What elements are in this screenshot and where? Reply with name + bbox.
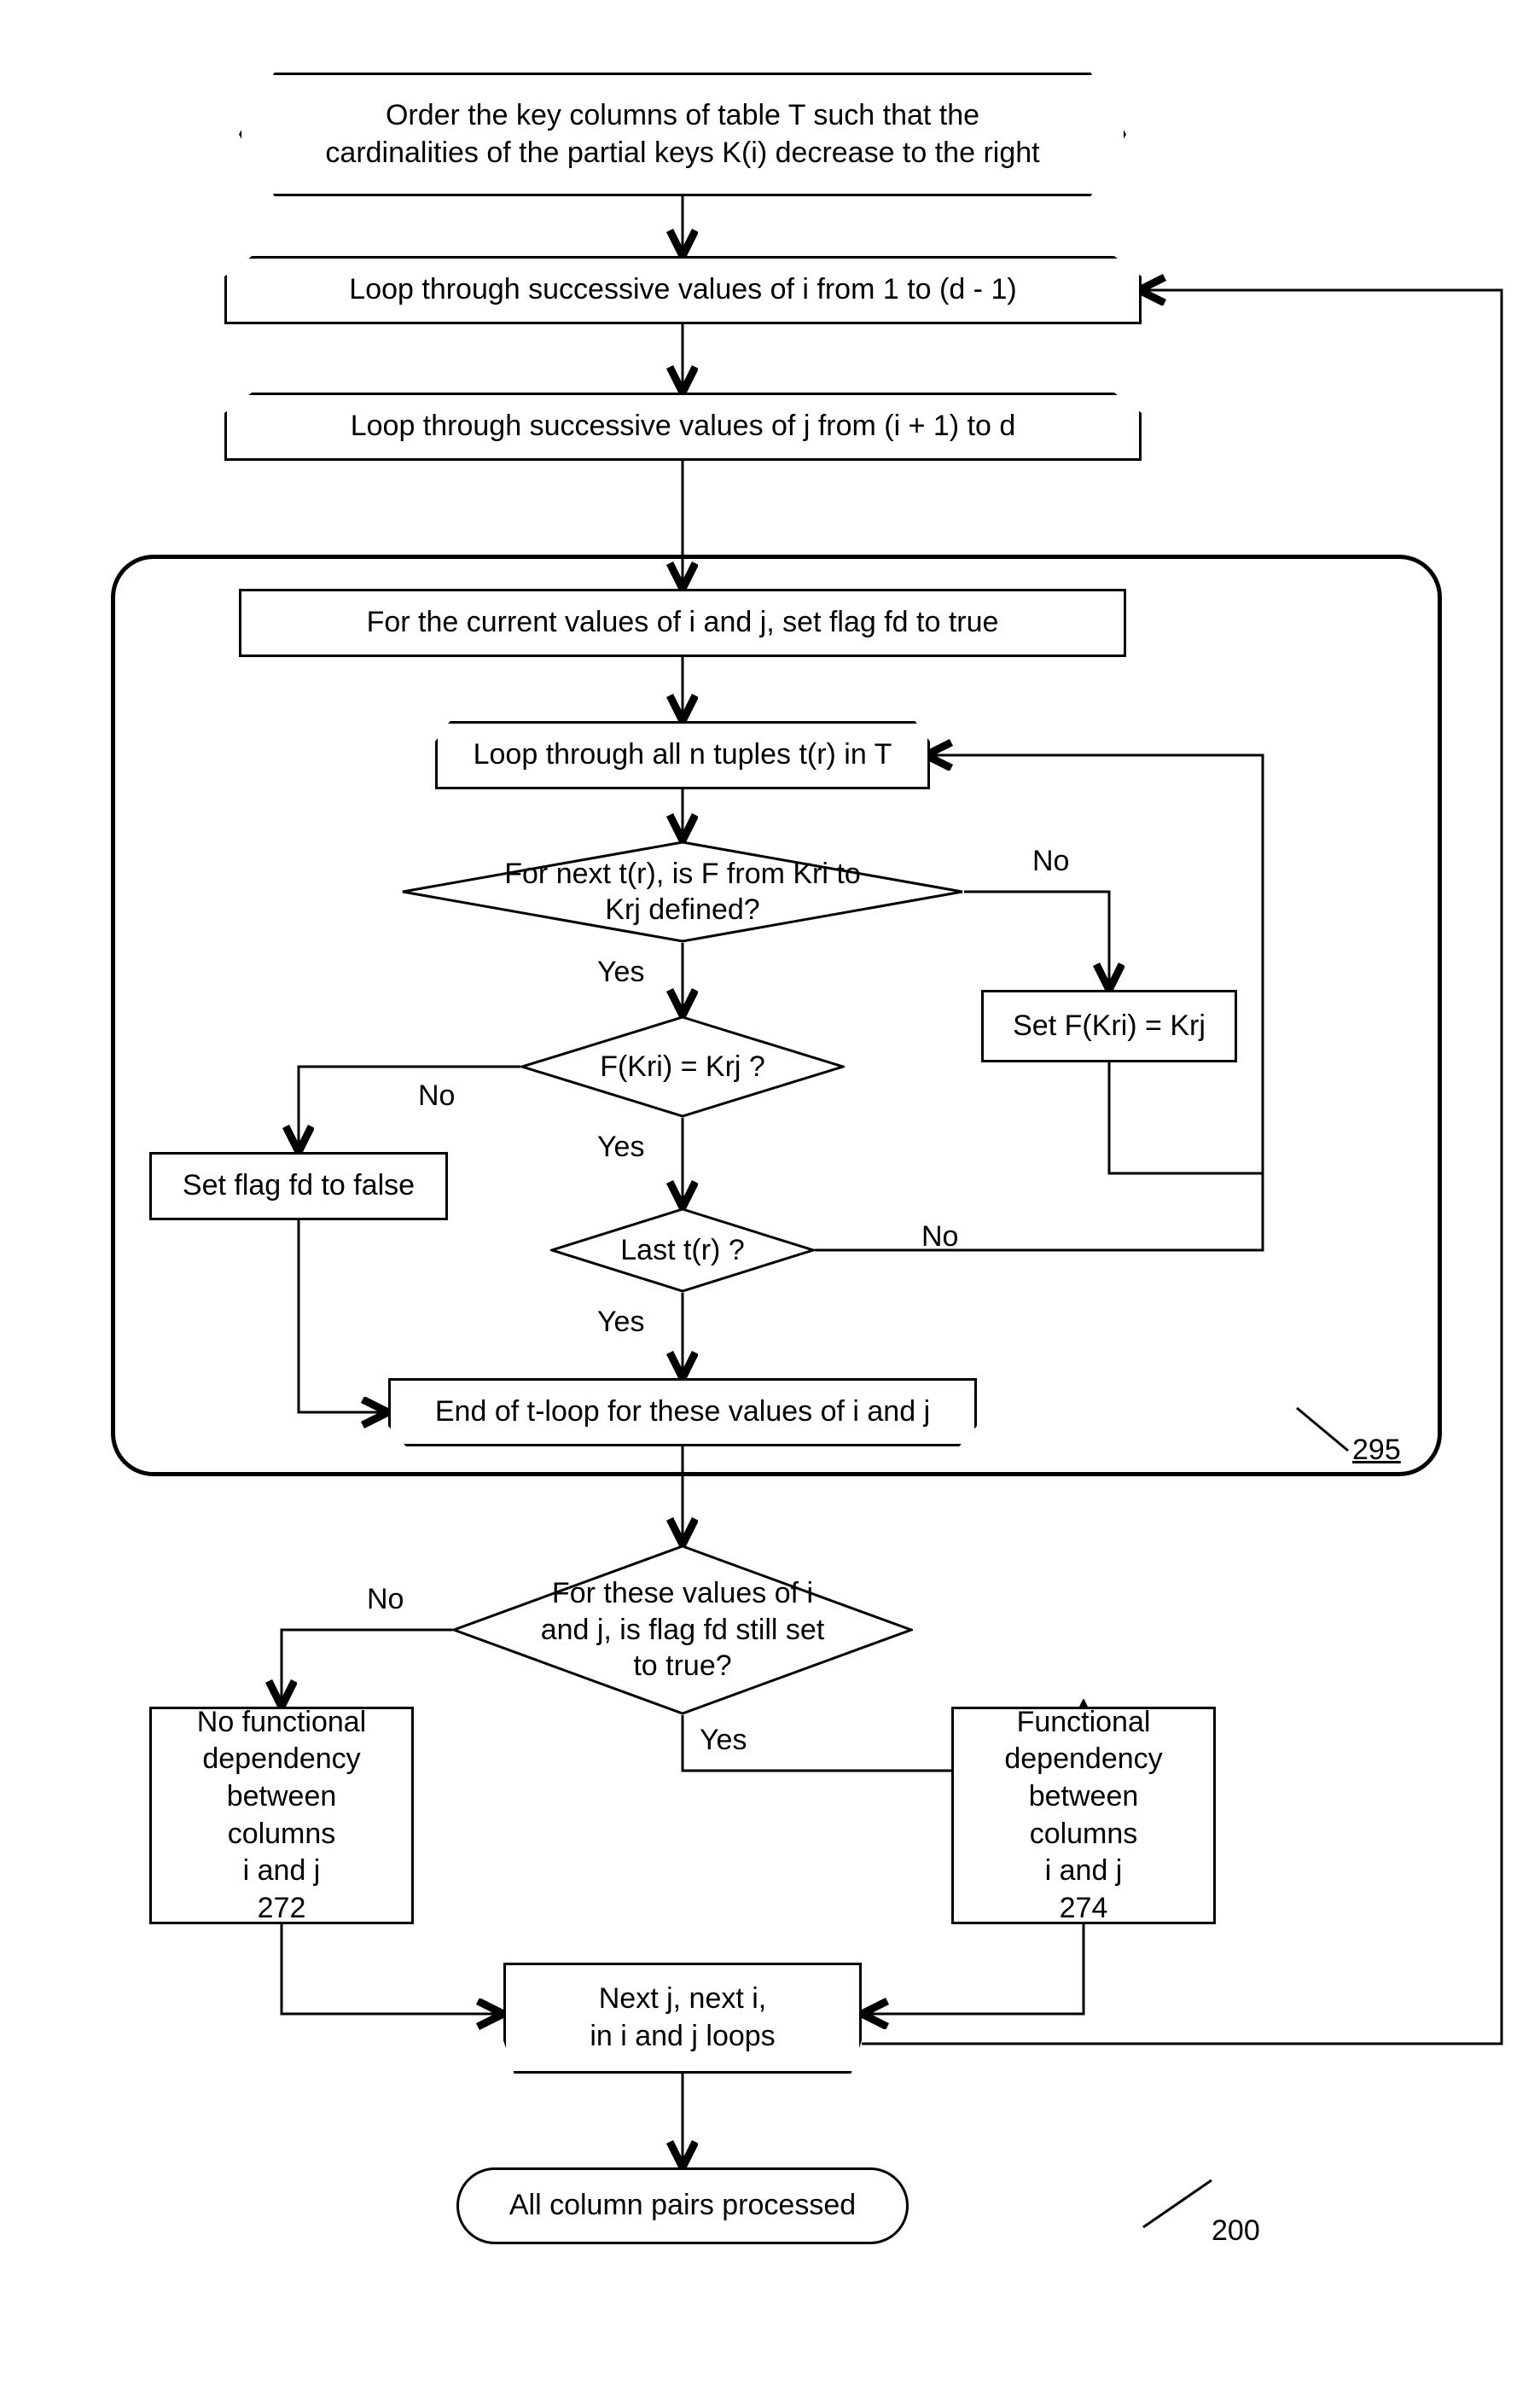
node-text: F(Kri) = Krj ? (549, 1049, 816, 1085)
node-loop-tuples: Loop through all n tuples t(r) in T (435, 721, 930, 789)
line: 272 (258, 1890, 306, 1928)
line: Next j, next i, (599, 1981, 767, 2018)
flowchart-canvas: Order the key columns of table T such th… (0, 0, 1540, 2397)
node-next-ij: Next j, next i, in i and j loops (503, 1963, 862, 2074)
node-text: For the current values of i and j, set f… (367, 604, 999, 642)
label-no: No (418, 1079, 455, 1113)
node-loop-j: Loop through successive values of j from… (224, 393, 1142, 461)
node-decision-F-equals: F(Kri) = Krj ? (520, 1015, 845, 1118)
node-set-fd-true: For the current values of i and j, set f… (239, 589, 1126, 657)
line: Functional (1017, 1704, 1151, 1742)
node-text: Order the key columns of table T such th… (310, 97, 1055, 172)
node-text: Loop through successive values of i from… (349, 271, 1016, 309)
label-yes: Yes (597, 1306, 644, 1339)
line: 274 (1060, 1890, 1108, 1928)
line: i and j (1045, 1853, 1123, 1890)
node-text: Set flag fd to false (183, 1167, 415, 1205)
label-yes: Yes (700, 1724, 747, 1757)
node-set-F: Set F(Kri) = Krj (981, 990, 1237, 1062)
node-loop-i: Loop through successive values of i from… (224, 256, 1142, 324)
node-text: Loop through all n tuples t(r) in T (474, 736, 892, 774)
node-decision-last-t: Last t(r) ? (550, 1207, 815, 1293)
node-decision-F-defined: For next t(r), is F from Kri to Krj defi… (401, 841, 964, 943)
node-text: All column pairs processed (509, 2187, 856, 2225)
label-yes: Yes (597, 956, 644, 989)
node-no-func-dep: No functional dependency between columns… (149, 1707, 414, 1924)
node-order-columns: Order the key columns of table T such th… (239, 73, 1126, 196)
node-text: Last t(r) ? (578, 1232, 787, 1269)
line: No functional (197, 1704, 366, 1742)
line: between columns (169, 1778, 394, 1853)
label-no: No (367, 1583, 404, 1616)
ref-295: 295 (1352, 1434, 1401, 1467)
node-text: End of t-loop for these values of i and … (435, 1393, 930, 1431)
node-text: For these values of i and j, is flag fd … (452, 1575, 913, 1684)
label-yes: Yes (597, 1131, 644, 1164)
ref-200: 200 (1212, 2214, 1260, 2248)
label-no: No (921, 1220, 958, 1254)
node-decision-fd-still-true: For these values of i and j, is flag fd … (452, 1545, 913, 1715)
node-end-t-loop: End of t-loop for these values of i and … (388, 1378, 977, 1446)
node-text: For next t(r), is F from Kri to Krj defi… (401, 856, 964, 928)
line: dependency (202, 1741, 360, 1778)
line: in i and j loops (590, 2018, 775, 2056)
node-text: Loop through successive values of j from… (351, 408, 1016, 445)
node-func-dep: Functional dependency between columns i … (951, 1707, 1216, 1924)
node-set-fd-false: Set flag fd to false (149, 1152, 448, 1220)
line: between columns (971, 1778, 1196, 1853)
node-text: Set F(Kri) = Krj (1013, 1008, 1206, 1045)
line: i and j (243, 1853, 321, 1890)
label-no: No (1032, 845, 1069, 878)
line: dependency (1004, 1741, 1162, 1778)
node-all-processed: All column pairs processed (456, 2167, 909, 2244)
